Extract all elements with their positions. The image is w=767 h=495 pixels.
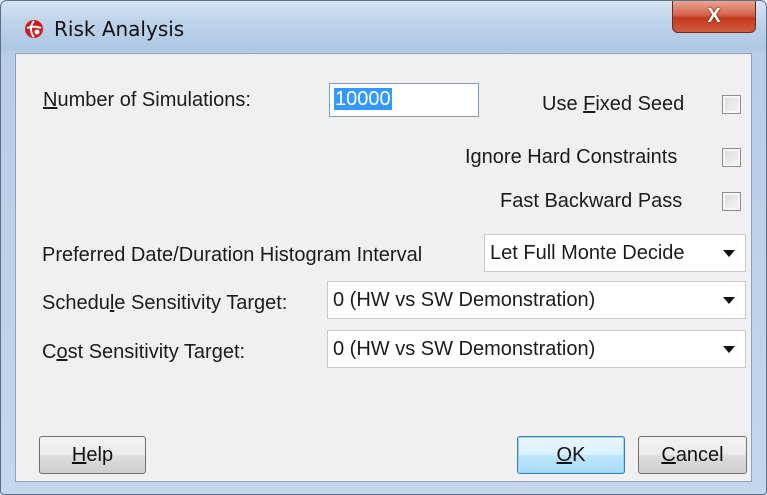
cost-target-value: 0 (HW vs SW Demonstration) [333,338,596,360]
histogram-interval-select[interactable]: Let Full Monte Decide [484,234,746,272]
title-bar[interactable]: Risk Analysis X [1,1,766,51]
help-button[interactable]: Help [39,436,146,474]
chevron-down-icon [723,250,735,257]
num-simulations-label: Number of Simulations: [43,88,251,112]
dialog-body: Number of Simulations: 10000 Use Fixed S… [15,53,752,482]
cost-target-label-text-before: C [42,341,57,363]
histogram-interval-value: Let Full Monte Decide [490,242,685,264]
fast-backward-pass-checkbox[interactable] [722,192,741,211]
cost-target-select[interactable]: 0 (HW vs SW Demonstration) [327,330,746,368]
num-simulations-value: 10000 [334,88,392,110]
num-simulations-label-mnemonic: N [43,89,58,111]
cancel-button-label-mnemonic: C [661,444,676,466]
cost-target-label: Cost Sensitivity Target: [42,340,245,364]
ignore-hard-constraints-label: Ignore Hard Constraints [465,146,678,168]
use-fixed-seed-label-text-after: ixed Seed [595,93,685,115]
help-button-label-text-after: elp [86,444,114,466]
use-fixed-seed-checkbox[interactable] [722,95,741,114]
cost-target-label-text-after: st Sensitivity Target: [67,341,246,363]
app-logo-icon [25,20,43,38]
close-button[interactable]: X [672,1,756,33]
cancel-button[interactable]: Cancel [638,436,747,474]
schedule-target-value: 0 (HW vs SW Demonstration) [333,289,596,311]
chevron-down-icon [723,297,735,304]
help-button-label-mnemonic: H [71,444,87,466]
ignore-hard-constraints-checkbox[interactable] [722,148,741,167]
cost-target-label-mnemonic: o [56,341,68,363]
window-title: Risk Analysis [54,17,185,41]
use-fixed-seed-label-text-before: Use [542,93,584,115]
close-icon: X [707,5,721,27]
risk-analysis-dialog: Risk Analysis X Number of Simulations: 1… [0,0,767,495]
use-fixed-seed-label-mnemonic: F [583,93,596,115]
ok-button-label-mnemonic: O [556,444,573,466]
fast-backward-pass-label: Fast Backward Pass [500,190,683,212]
ok-button[interactable]: OK [517,436,625,474]
schedule-target-label-text-after: e Sensitivity Target: [114,292,288,314]
num-simulations-input[interactable]: 10000 [329,83,479,117]
schedule-target-label-text-before: Schedu [42,292,110,314]
cancel-button-label-text-after: ancel [675,444,724,466]
num-simulations-label-text-after: umber of Simulations: [57,89,251,111]
chevron-down-icon [723,346,735,353]
ok-button-label-text-after: K [572,444,586,466]
use-fixed-seed-label: Use Fixed Seed [542,92,684,116]
schedule-target-select[interactable]: 0 (HW vs SW Demonstration) [327,281,746,319]
histogram-interval-label: Preferred Date/Duration Histogram Interv… [42,244,423,266]
schedule-target-label: Schedule Sensitivity Target: [42,291,287,315]
